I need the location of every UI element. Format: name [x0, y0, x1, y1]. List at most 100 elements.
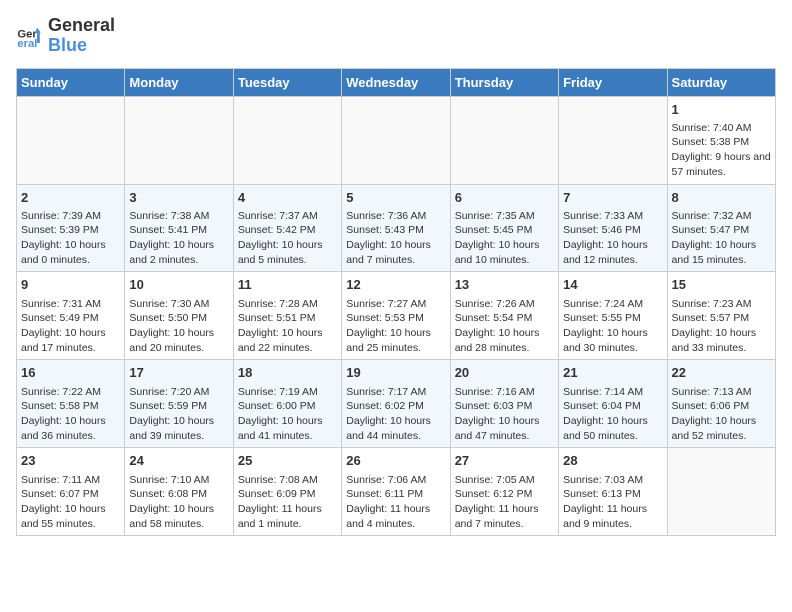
day-info: Sunset: 5:58 PM — [21, 399, 120, 414]
day-info: Daylight: 10 hours and 12 minutes. — [563, 238, 662, 267]
day-info: Daylight: 10 hours and 2 minutes. — [129, 238, 228, 267]
day-info: Sunrise: 7:20 AM — [129, 385, 228, 400]
day-info: Daylight: 10 hours and 58 minutes. — [129, 502, 228, 531]
day-info: Sunrise: 7:22 AM — [21, 385, 120, 400]
day-info: Sunset: 6:06 PM — [672, 399, 771, 414]
day-info: Daylight: 10 hours and 50 minutes. — [563, 414, 662, 443]
day-info: Sunset: 5:45 PM — [455, 223, 554, 238]
day-info: Sunset: 5:50 PM — [129, 311, 228, 326]
calendar-week-5: 23Sunrise: 7:11 AMSunset: 6:07 PMDayligh… — [17, 448, 776, 536]
calendar-cell: 4Sunrise: 7:37 AMSunset: 5:42 PMDaylight… — [233, 184, 341, 272]
day-info: Daylight: 10 hours and 30 minutes. — [563, 326, 662, 355]
day-number: 17 — [129, 364, 228, 382]
day-info: Sunrise: 7:23 AM — [672, 297, 771, 312]
day-number: 25 — [238, 452, 337, 470]
calendar-cell: 27Sunrise: 7:05 AMSunset: 6:12 PMDayligh… — [450, 448, 558, 536]
day-header-wednesday: Wednesday — [342, 68, 450, 96]
day-number: 16 — [21, 364, 120, 382]
day-header-saturday: Saturday — [667, 68, 775, 96]
page-header: Gen eral General Blue — [16, 16, 776, 56]
day-number: 8 — [672, 189, 771, 207]
day-info: Sunset: 6:12 PM — [455, 487, 554, 502]
day-info: Sunset: 5:57 PM — [672, 311, 771, 326]
calendar-header-row: SundayMondayTuesdayWednesdayThursdayFrid… — [17, 68, 776, 96]
day-info: Daylight: 11 hours and 4 minutes. — [346, 502, 445, 531]
day-number: 22 — [672, 364, 771, 382]
day-info: Sunrise: 7:19 AM — [238, 385, 337, 400]
day-info: Daylight: 10 hours and 39 minutes. — [129, 414, 228, 443]
day-info: Sunrise: 7:38 AM — [129, 209, 228, 224]
day-info: Sunrise: 7:11 AM — [21, 473, 120, 488]
day-info: Daylight: 10 hours and 0 minutes. — [21, 238, 120, 267]
day-number: 24 — [129, 452, 228, 470]
day-info: Sunset: 6:04 PM — [563, 399, 662, 414]
day-number: 23 — [21, 452, 120, 470]
day-info: Sunrise: 7:36 AM — [346, 209, 445, 224]
day-info: Sunrise: 7:37 AM — [238, 209, 337, 224]
day-info: Sunset: 5:39 PM — [21, 223, 120, 238]
calendar-cell: 21 Sunrise: 7:14 AMSunset: 6:04 PMDayligh… — [559, 360, 667, 448]
day-number: 15 — [672, 276, 771, 294]
day-info: Sunset: 6:09 PM — [238, 487, 337, 502]
day-info: Sunrise: 7:05 AM — [455, 473, 554, 488]
day-info: Sunset: 6:07 PM — [21, 487, 120, 502]
day-info: Sunrise: 7:32 AM — [672, 209, 771, 224]
day-header-sunday: Sunday — [17, 68, 125, 96]
day-info: Sunrise: 7:10 AM — [129, 473, 228, 488]
day-number: 21 — [563, 364, 662, 382]
calendar-cell: 13Sunrise: 7:26 AMSunset: 5:54 PMDayligh… — [450, 272, 558, 360]
day-info: Sunset: 6:02 PM — [346, 399, 445, 414]
day-number: 12 — [346, 276, 445, 294]
day-info: Daylight: 10 hours and 20 minutes. — [129, 326, 228, 355]
calendar-cell: 14Sunrise: 7:24 AMSunset: 5:55 PMDayligh… — [559, 272, 667, 360]
day-info: Sunrise: 7:30 AM — [129, 297, 228, 312]
day-header-friday: Friday — [559, 68, 667, 96]
calendar-cell: 25Sunrise: 7:08 AMSunset: 6:09 PMDayligh… — [233, 448, 341, 536]
calendar-cell: 19Sunrise: 7:17 AMSunset: 6:02 PMDayligh… — [342, 360, 450, 448]
calendar-cell: 8Sunrise: 7:32 AMSunset: 5:47 PMDaylight… — [667, 184, 775, 272]
day-number: 13 — [455, 276, 554, 294]
day-info: Sunset: 6:08 PM — [129, 487, 228, 502]
day-info: Sunset: 6:03 PM — [455, 399, 554, 414]
calendar-cell: 7Sunrise: 7:33 AMSunset: 5:46 PMDaylight… — [559, 184, 667, 272]
calendar-cell — [559, 96, 667, 184]
day-info: Sunrise: 7:14 AM — [563, 385, 662, 400]
day-info: Sunset: 5:43 PM — [346, 223, 445, 238]
calendar-cell: 28Sunrise: 7:03 AMSunset: 6:13 PMDayligh… — [559, 448, 667, 536]
day-info: Sunset: 5:54 PM — [455, 311, 554, 326]
day-info: Daylight: 10 hours and 55 minutes. — [21, 502, 120, 531]
day-header-thursday: Thursday — [450, 68, 558, 96]
calendar-cell: 23 Sunrise: 7:11 AMSunset: 6:07 PMDayligh… — [17, 448, 125, 536]
calendar-week-1: 1Sunrise: 7:40 AMSunset: 5:38 PMDaylight… — [17, 96, 776, 184]
day-number: 28 — [563, 452, 662, 470]
calendar-cell: 10 Sunrise: 7:30 AMSunset: 5:50 PMDayligh… — [125, 272, 233, 360]
day-info: Sunrise: 7:24 AM — [563, 297, 662, 312]
day-info: Sunset: 5:59 PM — [129, 399, 228, 414]
day-info: Sunrise: 7:31 AM — [21, 297, 120, 312]
day-info: Sunset: 6:00 PM — [238, 399, 337, 414]
calendar-cell: 5Sunrise: 7:36 AMSunset: 5:43 PMDaylight… — [342, 184, 450, 272]
day-number: 27 — [455, 452, 554, 470]
calendar-cell — [450, 96, 558, 184]
day-info: Sunrise: 7:13 AM — [672, 385, 771, 400]
calendar-cell — [17, 96, 125, 184]
day-info: Sunrise: 7:27 AM — [346, 297, 445, 312]
day-info: Daylight: 10 hours and 5 minutes. — [238, 238, 337, 267]
calendar-cell: 2 Sunrise: 7:39 AMSunset: 5:39 PMDaylight… — [17, 184, 125, 272]
day-number: 2 — [21, 189, 120, 207]
day-info: Sunrise: 7:16 AM — [455, 385, 554, 400]
day-info: Sunset: 5:42 PM — [238, 223, 337, 238]
svg-text:eral: eral — [17, 38, 37, 50]
day-info: Sunrise: 7:08 AM — [238, 473, 337, 488]
day-info: Sunset: 5:49 PM — [21, 311, 120, 326]
calendar-cell: 17 Sunrise: 7:20 AMSunset: 5:59 PMDayligh… — [125, 360, 233, 448]
day-info: Sunrise: 7:39 AM — [21, 209, 120, 224]
logo: Gen eral General Blue — [16, 16, 115, 56]
day-info: Sunrise: 7:40 AM — [672, 121, 771, 136]
calendar-cell — [667, 448, 775, 536]
day-number: 10 — [129, 276, 228, 294]
day-info: Daylight: 10 hours and 17 minutes. — [21, 326, 120, 355]
day-info: Sunrise: 7:17 AM — [346, 385, 445, 400]
calendar-cell — [342, 96, 450, 184]
day-number: 9 — [21, 276, 120, 294]
